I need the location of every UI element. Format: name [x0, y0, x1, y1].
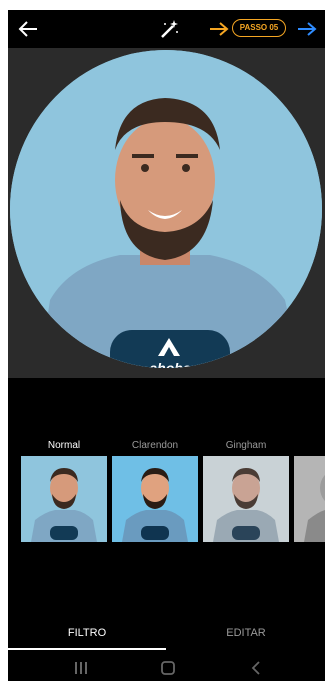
magic-wand-button[interactable] [158, 18, 180, 40]
arrow-left-icon [18, 21, 37, 37]
back-button[interactable] [16, 18, 40, 40]
system-back-button[interactable] [248, 660, 266, 676]
previous-step-button[interactable] [208, 19, 230, 39]
step-badge: PASSO 05 [232, 19, 286, 37]
filter-partial[interactable]: M [294, 440, 325, 560]
filter-thumbnail [21, 456, 107, 542]
home-icon [161, 661, 175, 675]
system-navigation-bar [8, 654, 325, 681]
photo-preview-area: ahoba [8, 48, 325, 378]
filter-clarendon[interactable]: Clarendon [112, 440, 198, 560]
filter-label: Gingham [225, 440, 267, 451]
filter-label: M [294, 440, 325, 451]
filter-thumbnail [294, 456, 325, 542]
brand-logo-text: ahoba [149, 360, 191, 368]
filter-gingham[interactable]: Gingham [203, 440, 289, 560]
filter-thumbnail [203, 456, 289, 542]
next-step-button[interactable] [296, 19, 318, 39]
recent-apps-button[interactable] [72, 660, 90, 676]
filter-normal[interactable]: Normal [21, 440, 107, 560]
profile-photo: ahoba [10, 50, 322, 368]
chevron-left-icon [251, 661, 260, 675]
tab-filtro[interactable]: FILTRO [8, 618, 166, 650]
ahoba-logo-icon [158, 338, 180, 356]
filter-thumbnail [112, 456, 198, 542]
filter-label: Clarendon [131, 440, 179, 451]
top-toolbar: PASSO 05 [8, 10, 325, 48]
filter-strip: Normal Clarendon Gingham [8, 378, 325, 618]
brand-logo-plate: ahoba [110, 330, 230, 368]
arrow-right-blue-icon [298, 22, 317, 36]
arrow-right-orange-icon [210, 22, 229, 36]
magic-wand-icon [161, 20, 178, 38]
tab-editar[interactable]: EDITAR [167, 618, 325, 648]
recent-apps-icon [75, 662, 87, 674]
filter-label: Normal [47, 440, 81, 451]
portrait-illustration [10, 50, 322, 368]
home-button[interactable] [159, 660, 177, 676]
app-frame: PASSO 05 ahoba Normal Clarendon Gingham … [8, 10, 325, 681]
bottom-tab-bar: FILTRO EDITAR [8, 618, 325, 654]
